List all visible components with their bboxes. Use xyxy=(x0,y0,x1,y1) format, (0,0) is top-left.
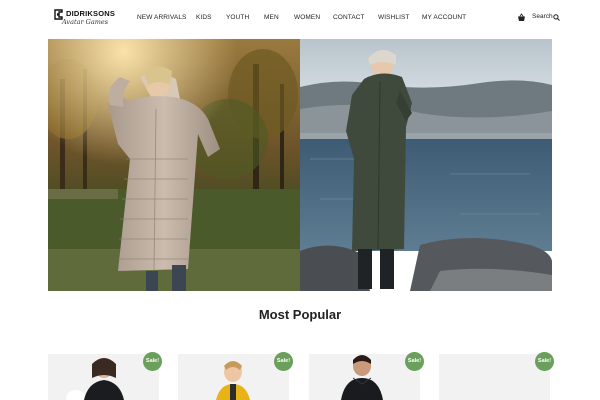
nav-item-new-arrivals[interactable]: NEW ARRIVALS xyxy=(137,14,186,21)
nav-item-kids[interactable]: KIDS xyxy=(196,14,212,21)
brand-tagline: Avatar Games xyxy=(62,18,109,26)
brand-logo[interactable]: DIDRIKSONS Avatar Games xyxy=(54,9,118,29)
search-icon[interactable] xyxy=(553,14,560,21)
product-image-man-black-jacket xyxy=(309,354,420,400)
basket-icon[interactable] xyxy=(517,13,526,22)
nav-item-contact[interactable]: CONTACT xyxy=(333,14,365,21)
nav-item-wishlist[interactable]: WISHLIST xyxy=(378,14,410,21)
nav-item-youth[interactable]: YOUTH xyxy=(226,14,249,21)
section-title: Most Popular xyxy=(258,307,342,322)
sale-badge: Sale! xyxy=(405,352,424,371)
product-card[interactable] xyxy=(439,354,550,400)
product-image-child-yellow-jacket xyxy=(178,354,289,400)
search-button[interactable]: Search xyxy=(532,13,553,20)
hero-image-woman-green-parka xyxy=(300,39,552,291)
brand-name: DIDRIKSONS xyxy=(66,9,116,18)
hero-banner[interactable] xyxy=(48,39,552,291)
site-header: DIDRIKSONS Avatar Games NEW ARRIVALS KID… xyxy=(0,0,600,38)
product-card[interactable] xyxy=(309,354,420,400)
nav-item-men[interactable]: MEN xyxy=(264,14,279,21)
hero-image-woman-beige-coat xyxy=(48,39,300,291)
nav-item-my-account[interactable]: MY ACCOUNT xyxy=(422,14,466,21)
sale-badge: Sale! xyxy=(143,352,162,371)
product-image-placeholder xyxy=(439,354,550,400)
sale-badge: Sale! xyxy=(274,352,293,371)
sale-badge: Sale! xyxy=(535,352,554,371)
product-card[interactable] xyxy=(178,354,289,400)
nav-item-women[interactable]: WOMEN xyxy=(294,14,320,21)
